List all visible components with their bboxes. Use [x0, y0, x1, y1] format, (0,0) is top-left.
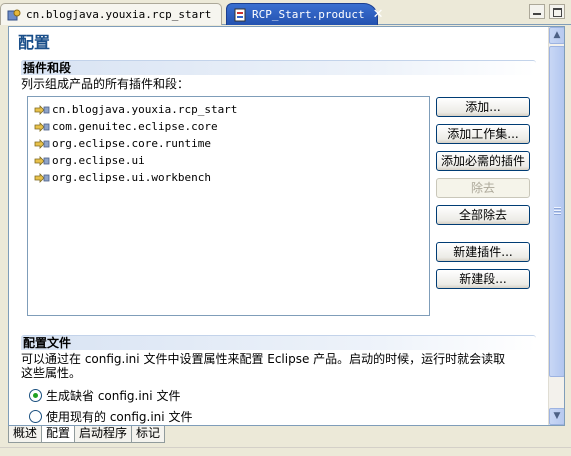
- tab-rcp-start[interactable]: cn.blogjava.youxia.rcp_start: [0, 3, 222, 25]
- tab-configuration[interactable]: 配置: [41, 426, 76, 443]
- list-item[interactable]: org.eclipse.ui: [28, 152, 429, 169]
- list-item[interactable]: org.eclipse.ui.workbench: [28, 169, 429, 186]
- plugin-name: org.eclipse.ui: [52, 154, 145, 167]
- section-description: 可以通过在 config.ini 文件中设置属性来配置 Eclipse 产品。启…: [21, 352, 506, 366]
- section-header: 配置文件: [21, 335, 536, 350]
- window-controls: [529, 4, 565, 19]
- page-title: 配置: [18, 33, 51, 52]
- plugin-icon: [34, 155, 50, 166]
- tab-rcp-start-product[interactable]: RCP_Start.product ✕: [226, 3, 384, 25]
- editor-page-tabs: 概述 配置 启动程序 标记: [8, 426, 166, 443]
- radio-generate-default[interactable]: 生成缺省 config.ini 文件: [29, 387, 180, 404]
- add-working-set-button[interactable]: 添加工作集...: [436, 124, 530, 144]
- plugin-name: com.genuitec.eclipse.core: [52, 120, 218, 133]
- section-header: 插件和段: [21, 60, 536, 75]
- tab-launcher[interactable]: 启动程序: [74, 426, 133, 443]
- grip-line: [554, 210, 561, 211]
- maximize-button[interactable]: [549, 4, 565, 19]
- remove-button[interactable]: 除去: [436, 178, 530, 198]
- plugin-icon: [34, 104, 50, 115]
- tab-label: RCP_Start.product: [252, 8, 365, 21]
- tab-label: cn.blogjava.youxia.rcp_start: [26, 8, 212, 21]
- list-item[interactable]: cn.blogjava.youxia.rcp_start: [28, 101, 429, 118]
- list-item[interactable]: com.genuitec.eclipse.core: [28, 118, 429, 135]
- scroll-down-arrow-icon[interactable]: ▼: [549, 408, 564, 425]
- scroll-up-arrow-icon[interactable]: ▲: [549, 27, 564, 44]
- vertical-scrollbar[interactable]: ▲ ▼: [548, 27, 564, 425]
- radio-label: 生成缺省 config.ini 文件: [46, 389, 181, 403]
- plugin-name: org.eclipse.ui.workbench: [52, 171, 211, 184]
- radio-use-existing[interactable]: 使用现有的 config.ini 文件: [29, 408, 192, 425]
- list-item[interactable]: org.eclipse.core.runtime: [28, 135, 429, 152]
- plugin-list[interactable]: cn.blogjava.youxia.rcp_start com.genuite…: [27, 96, 430, 316]
- plugin-icon: [34, 138, 50, 149]
- tab-overview[interactable]: 概述: [8, 426, 43, 443]
- tab-branding[interactable]: 标记: [131, 426, 166, 443]
- scroll-thumb[interactable]: [549, 46, 564, 377]
- plugin-icon: [34, 121, 50, 132]
- product-file-icon: [234, 8, 246, 21]
- grip-line: [554, 213, 561, 214]
- radio-button[interactable]: [29, 410, 42, 423]
- add-button[interactable]: 添加...: [436, 97, 530, 117]
- plugin-name: cn.blogjava.youxia.rcp_start: [52, 103, 238, 116]
- plugin-name: org.eclipse.core.runtime: [52, 137, 211, 150]
- plugins-section: 插件和段 列示组成产品的所有插件和段： cn.blogjava.youxia.r…: [21, 60, 536, 322]
- config-file-section: 配置文件 可以通过在 config.ini 文件中设置属性来配置 Eclipse…: [21, 335, 536, 425]
- plugin-project-icon: [7, 9, 21, 20]
- radio-label: 使用现有的 config.ini 文件: [46, 410, 193, 424]
- grip-line: [554, 207, 561, 208]
- new-plugin-button[interactable]: 新建插件...: [436, 242, 530, 262]
- status-strip: [0, 447, 571, 456]
- editor-tab-bar: cn.blogjava.youxia.rcp_start RCP_Start.p…: [0, 0, 571, 25]
- close-icon[interactable]: ✕: [373, 8, 384, 21]
- section-description: 列示组成产品的所有插件和段：: [21, 77, 190, 91]
- plugin-icon: [34, 172, 50, 183]
- new-fragment-button[interactable]: 新建段...: [436, 269, 530, 289]
- remove-all-button[interactable]: 全部除去: [436, 205, 530, 225]
- radio-button[interactable]: [29, 389, 42, 402]
- minimize-button[interactable]: [529, 4, 545, 19]
- add-required-plugins-button[interactable]: 添加必需的插件: [436, 151, 530, 171]
- section-description-cont: 这些属性。: [21, 366, 82, 380]
- product-editor-form: 配置 插件和段 列示组成产品的所有插件和段： cn.blogjava.youxi…: [8, 26, 565, 426]
